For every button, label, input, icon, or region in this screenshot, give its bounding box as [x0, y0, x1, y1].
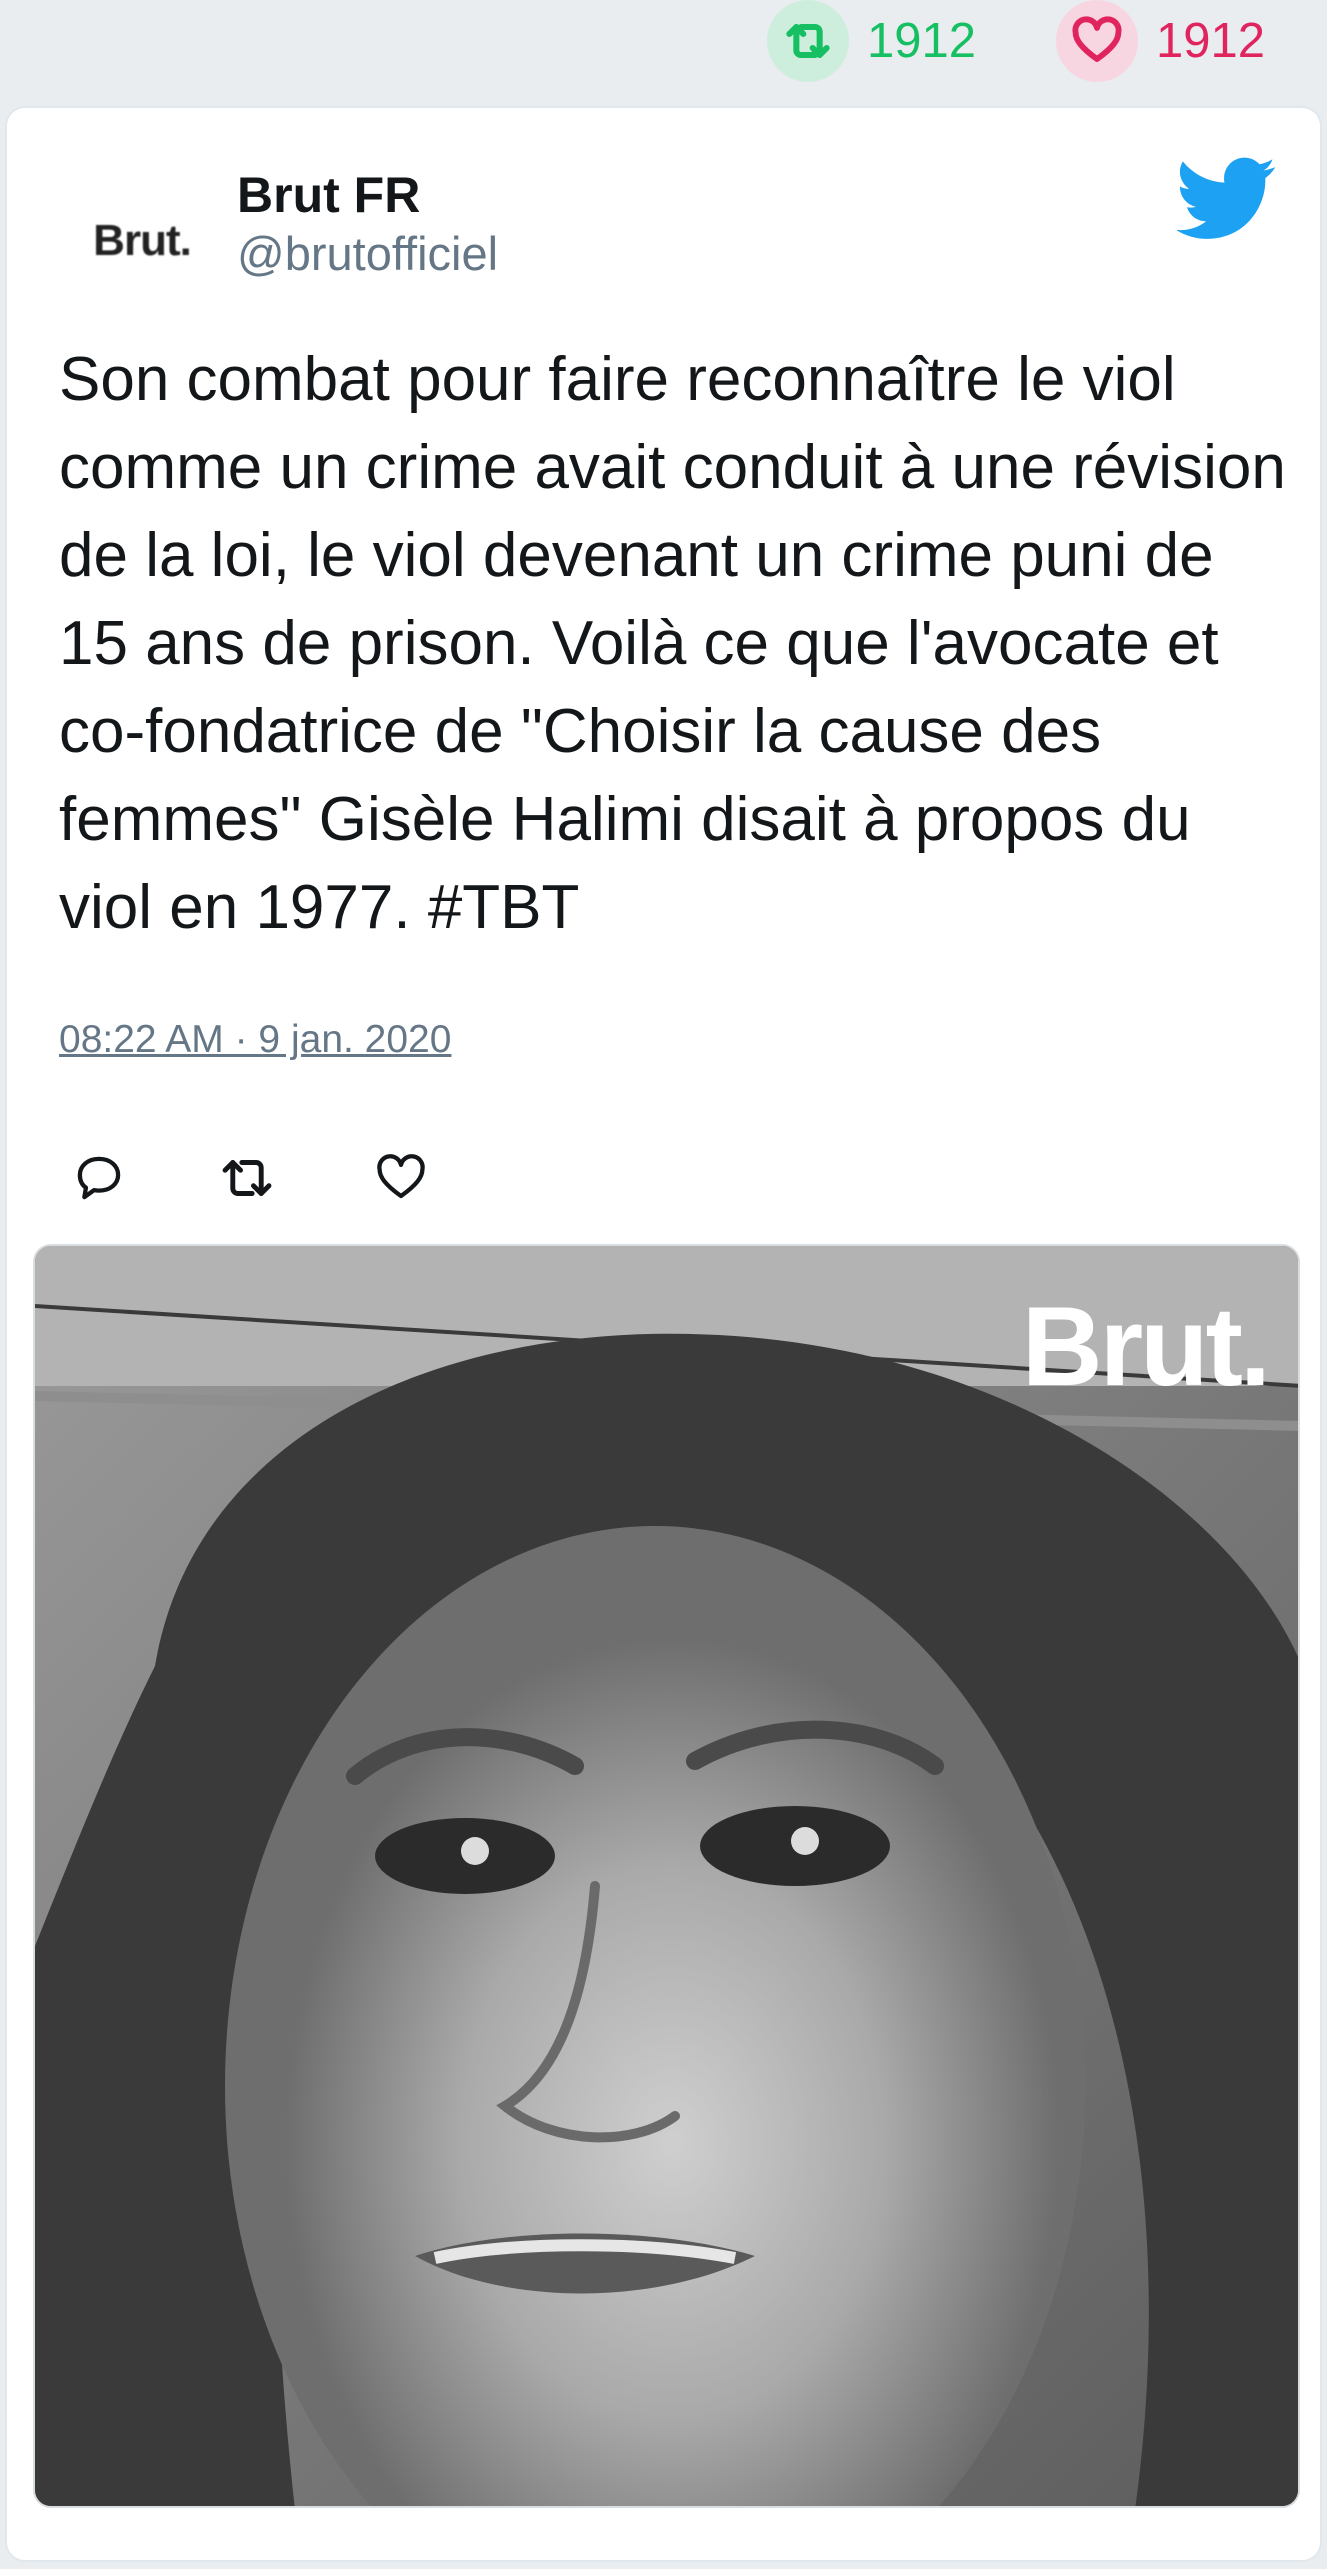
avatar-logo-text: Brut. — [93, 216, 192, 265]
reply-icon[interactable] — [59, 1138, 139, 1218]
author-handle[interactable]: @brutofficiel — [237, 226, 498, 281]
tweet-stats-bar: 1912 1912 — [0, 0, 1327, 82]
heart-icon — [1056, 0, 1138, 82]
author-name[interactable]: Brut FR — [237, 166, 420, 224]
tweet-timestamp[interactable]: 08:22 AM · 9 jan. 2020 — [59, 1018, 451, 1062]
brut-watermark: Brut. — [1021, 1284, 1271, 1409]
portrait-photo — [35, 1246, 1298, 2506]
tweet-card: Brut. Brut FR @brutofficiel Son combat p… — [5, 106, 1322, 2562]
like-count-value: 1912 — [1156, 13, 1266, 68]
retweet-count-value: 1912 — [867, 13, 977, 68]
tweet-text: Son combat pour faire reconnaître le vio… — [59, 345, 1286, 942]
avatar[interactable]: Brut. — [67, 166, 217, 316]
tweet-actions — [59, 1138, 441, 1218]
like-action-icon[interactable] — [361, 1138, 441, 1218]
retweet-icon — [767, 0, 849, 82]
like-count[interactable]: 1912 — [1056, 0, 1265, 82]
tweet-media-photo[interactable]: Brut. — [33, 1244, 1300, 2508]
twitter-bird-icon[interactable] — [1177, 148, 1277, 248]
retweet-action-icon[interactable] — [207, 1138, 287, 1218]
retweet-count[interactable]: 1912 — [767, 0, 976, 82]
